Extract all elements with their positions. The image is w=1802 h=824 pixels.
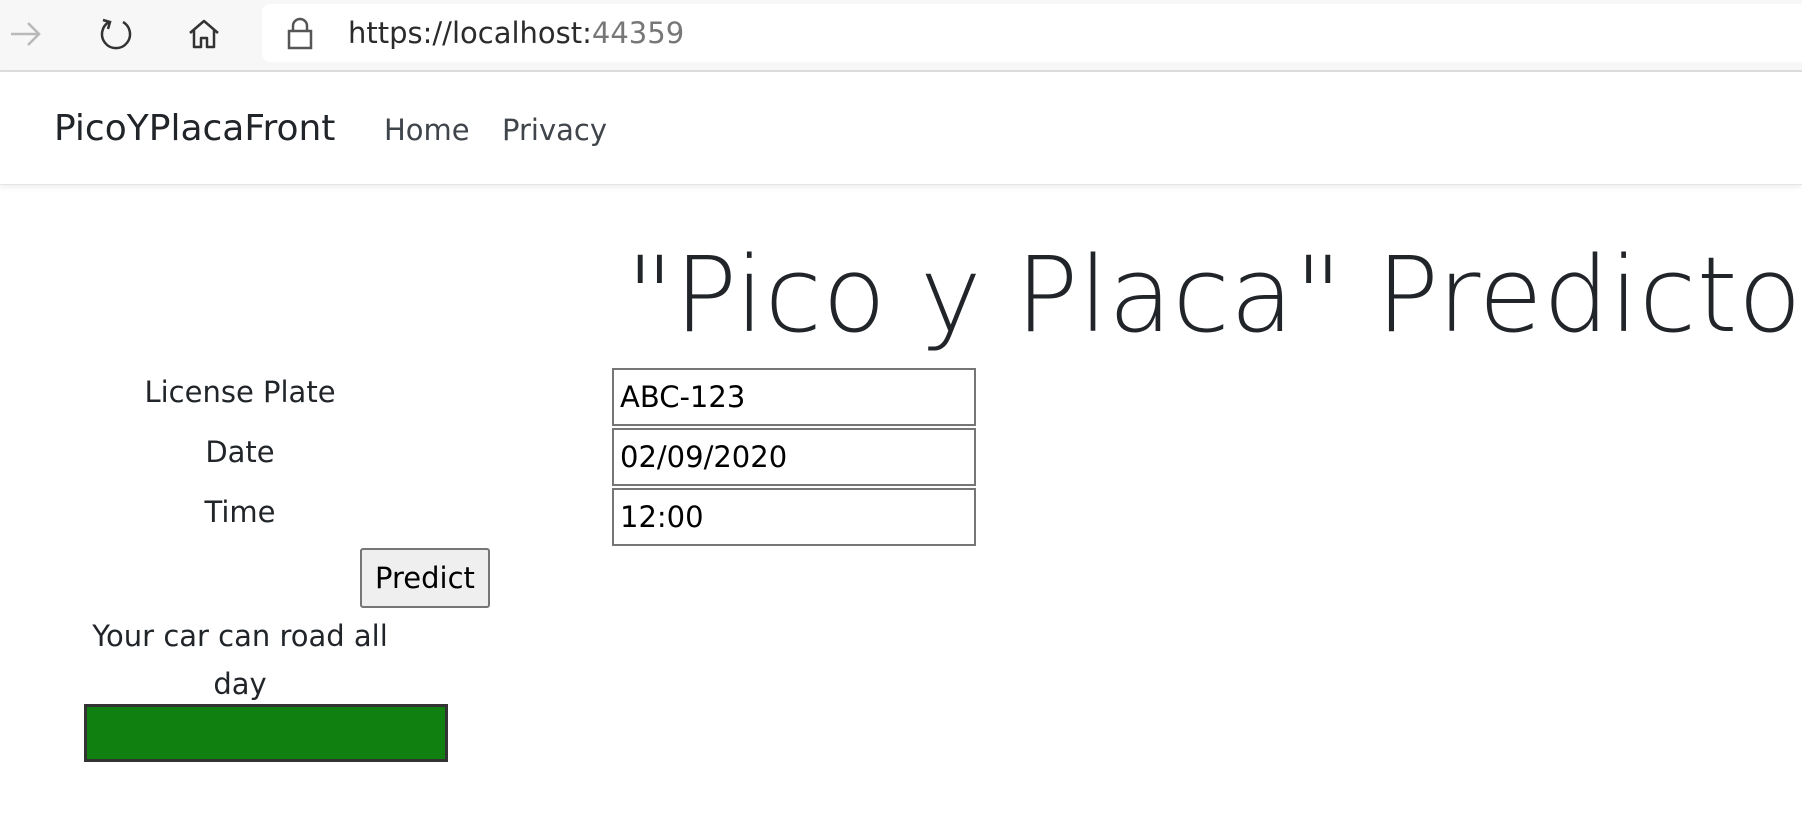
refresh-button[interactable] xyxy=(92,10,140,58)
nav-link-privacy[interactable]: Privacy xyxy=(502,112,607,148)
url-text[interactable]: https://localhost:44359 xyxy=(348,16,684,50)
status-indicator xyxy=(84,704,448,762)
home-button[interactable] xyxy=(180,10,228,58)
predict-button[interactable]: Predict xyxy=(360,548,490,608)
time-input[interactable] xyxy=(612,488,976,546)
lock-icon xyxy=(287,17,313,50)
home-icon xyxy=(189,19,219,49)
license-plate-input[interactable] xyxy=(612,368,976,426)
url-port: 44359 xyxy=(591,16,685,50)
url-host: https://localhost: xyxy=(348,16,592,50)
time-label: Time xyxy=(204,495,276,529)
refresh-icon xyxy=(100,18,132,50)
page-title: "Pico y Placa" Predictor xyxy=(626,234,1802,356)
address-bar[interactable]: https://localhost:44359 xyxy=(262,4,1802,62)
browser-toolbar: https://localhost:44359 xyxy=(0,0,1802,72)
site-navbar: PicoYPlacaFront Home Privacy xyxy=(0,72,1802,185)
forward-button[interactable] xyxy=(2,10,50,58)
license-plate-label: License Plate xyxy=(144,375,336,409)
result-message: Your car can road all day xyxy=(92,619,388,701)
date-input[interactable] xyxy=(612,428,976,486)
arrow-right-icon xyxy=(11,22,41,46)
nav-link-home[interactable]: Home xyxy=(384,112,470,148)
date-label: Date xyxy=(205,435,275,469)
brand-link[interactable]: PicoYPlacaFront xyxy=(54,108,335,150)
